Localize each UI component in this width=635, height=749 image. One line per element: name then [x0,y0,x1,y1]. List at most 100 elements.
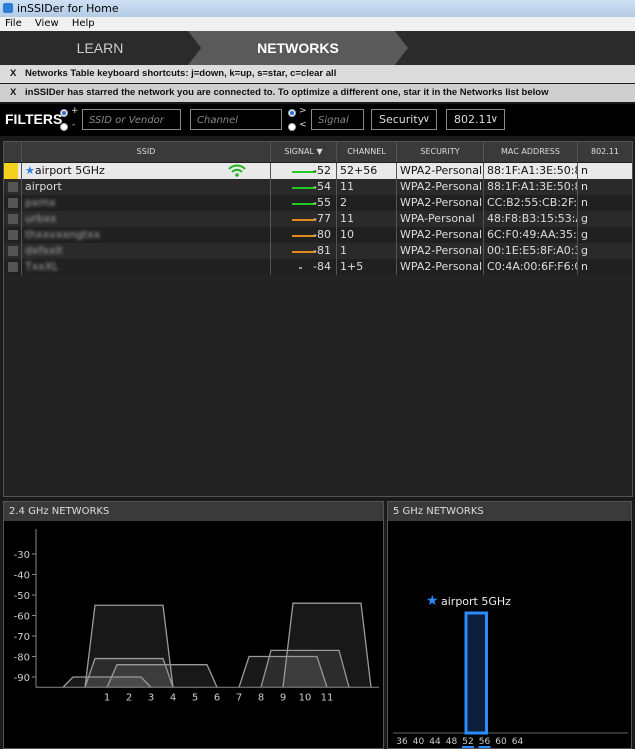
filters-label: FILTERS [5,111,63,127]
ssid-exclude-radio[interactable] [60,123,68,131]
table-row[interactable]: ★airport 5GHz -52 52+56 WPA2-Personal 88:1F:… [4,163,632,179]
y-tick-label: -40 [14,571,30,582]
header-channel[interactable]: CHANNEL [337,142,397,162]
x-tick-label: 11 [321,692,334,703]
menu-file[interactable]: File [0,17,27,31]
menu-help[interactable]: Help [67,17,100,31]
cell-mac: 48:F8:B3:15:53:A9 [484,211,578,227]
tab-networks[interactable]: NETWORKS [188,31,408,65]
header-signal[interactable]: SIGNAL ▼ [271,142,337,162]
cell-mac: 88:1F:A1:3E:50:80 [484,179,578,195]
cell-security: WPA-Personal [397,211,484,227]
security-dropdown[interactable]: Security ∨ [371,109,437,130]
menu-view[interactable]: View [30,17,64,31]
signal-input[interactable]: Signal [311,109,364,130]
x-tick-label: 2 [126,692,132,703]
cell-security: WPA2-Personal [397,179,484,195]
cell-security-text: WPA2-Personal [400,228,483,241]
header-security[interactable]: SECURITY [397,142,484,162]
table-row[interactable]: TxxXL -84 1+5 WPA2-Personal C0:4A:00:6F:F6:0… [4,259,632,275]
x-tick-label: 60 [495,737,507,747]
graph-5ghz-chart: 36 40 44 48 52 56 60 64 ★ airport 5GHz [393,593,628,748]
cell-ssid: urbxx [22,211,271,227]
gt-label: > [299,106,307,116]
security-dropdown-label: Security [379,113,425,126]
cell-channel-text: 2 [340,196,347,209]
cell-std: n [578,259,632,275]
y-tick-label: -60 [14,612,30,623]
ssid-include-radio[interactable] [60,109,68,117]
row-checkbox[interactable] [4,163,18,179]
row-checkbox[interactable] [8,214,18,224]
cell-channel-text: 10 [340,228,354,241]
row-checkbox-cell [4,259,22,275]
ssid-text: airport [25,180,62,193]
x-tick-label: 64 [512,737,524,747]
cell-mac-text: CC:B2:55:CB:2F:17 [487,196,578,209]
table-row[interactable]: dxfxxlt -81 1 WPA2-Personal 00:1E:E5:8F:A0:3… [4,243,632,259]
cell-security-text: WPA2-Personal [400,260,483,273]
cell-security: WPA2-Personal [397,227,484,243]
row-checkbox[interactable] [8,198,18,208]
cell-std-text: g [581,212,588,225]
close-notice-icon[interactable]: X [10,65,16,83]
cell-signal: -52 [271,163,337,179]
x-tick-label: 4 [170,692,176,703]
x-tick-label: 8 [258,692,264,703]
cell-signal: -84 [271,259,337,275]
cell-std: g [578,227,632,243]
close-notice-icon[interactable]: X [10,84,16,102]
channel-input[interactable]: Channel [190,109,282,130]
cell-std-text: n [581,180,588,193]
cell-ssid: airport [22,179,271,195]
standard-dropdown[interactable]: 802.11 ∨ [446,109,505,130]
star-icon[interactable]: ★ [25,164,35,177]
notice-shortcuts: X Networks Table keyboard shortcuts: j=d… [0,65,635,83]
cell-std-text: n [581,164,588,177]
row-checkbox-cell [4,243,22,259]
window-titlebar: inSSIDer for Home [0,0,635,17]
ssid-vendor-input[interactable]: SSID or Vendor [82,109,181,130]
cell-channel: 11 [337,179,397,195]
row-checkbox-cell [4,227,22,243]
cell-security: WPA2-Personal [397,259,484,275]
window-title: inSSIDer for Home [17,2,119,15]
row-checkbox[interactable] [8,182,18,192]
cell-signal: -54 [271,179,337,195]
cell-ssid: pxmx [22,195,271,211]
row-checkbox[interactable] [8,246,18,256]
lt-label: < [299,120,307,130]
cell-mac-text: C0:4A:00:6F:F6:0C [487,260,577,273]
signal-lt-radio[interactable] [288,123,296,131]
table-row[interactable]: airport -54 11 WPA2-Personal 88:1F:A1:3E:50:… [4,179,632,195]
cell-channel-text: 1+5 [340,260,364,273]
cell-mac-text: 48:F8:B3:15:53:A9 [487,212,577,225]
cell-mac-text: 00:1E:E5:8F:A0:3A [487,244,577,257]
table-row[interactable]: pxmx -55 2 WPA2-Personal CC:B2:55:CB:2F:17n [4,195,632,211]
ssid-text: airport 5GHz [34,164,105,177]
tab-learn[interactable]: LEARN [0,31,200,65]
signal-value: -52 [313,164,331,177]
cell-ssid: ★airport 5GHz [22,163,271,179]
x-tick-label: 3 [148,692,154,703]
header-802-11[interactable]: 802.11 [578,142,632,162]
header-checkbox-col [4,142,22,162]
cell-security-text: WPA2-Personal [400,196,483,209]
cell-std-text: g [581,244,588,257]
cell-std: n [578,163,632,179]
graph-24ghz-chart: -30 -40 -50 -60 -70 -80 -90 1 2 3 4 5 6 7 8 9 10 11 [14,529,379,703]
cell-channel: 11 [337,211,397,227]
row-checkbox[interactable] [8,230,18,240]
header-mac[interactable]: MAC ADDRESS [484,142,578,162]
network-curve [464,611,488,735]
signal-gt-radio[interactable] [288,109,296,117]
row-checkbox[interactable] [8,262,18,272]
cell-mac-text: 88:1F:A1:3E:50:81 [487,164,577,177]
x-tick-label: 1 [104,692,110,703]
header-ssid[interactable]: SSID [22,142,271,162]
y-tick-label: -80 [14,653,30,664]
table-row[interactable]: urbxx -77 11 WPA-Personal 48:F8:B3:15:53:A9 g [4,211,632,227]
main-nav: LEARN NETWORKS [0,31,635,65]
table-row[interactable]: thxxvxxngtxx -80 10 WPA2-Personal 6C:F0:49:A… [4,227,632,243]
cell-channel: 2 [337,195,397,211]
